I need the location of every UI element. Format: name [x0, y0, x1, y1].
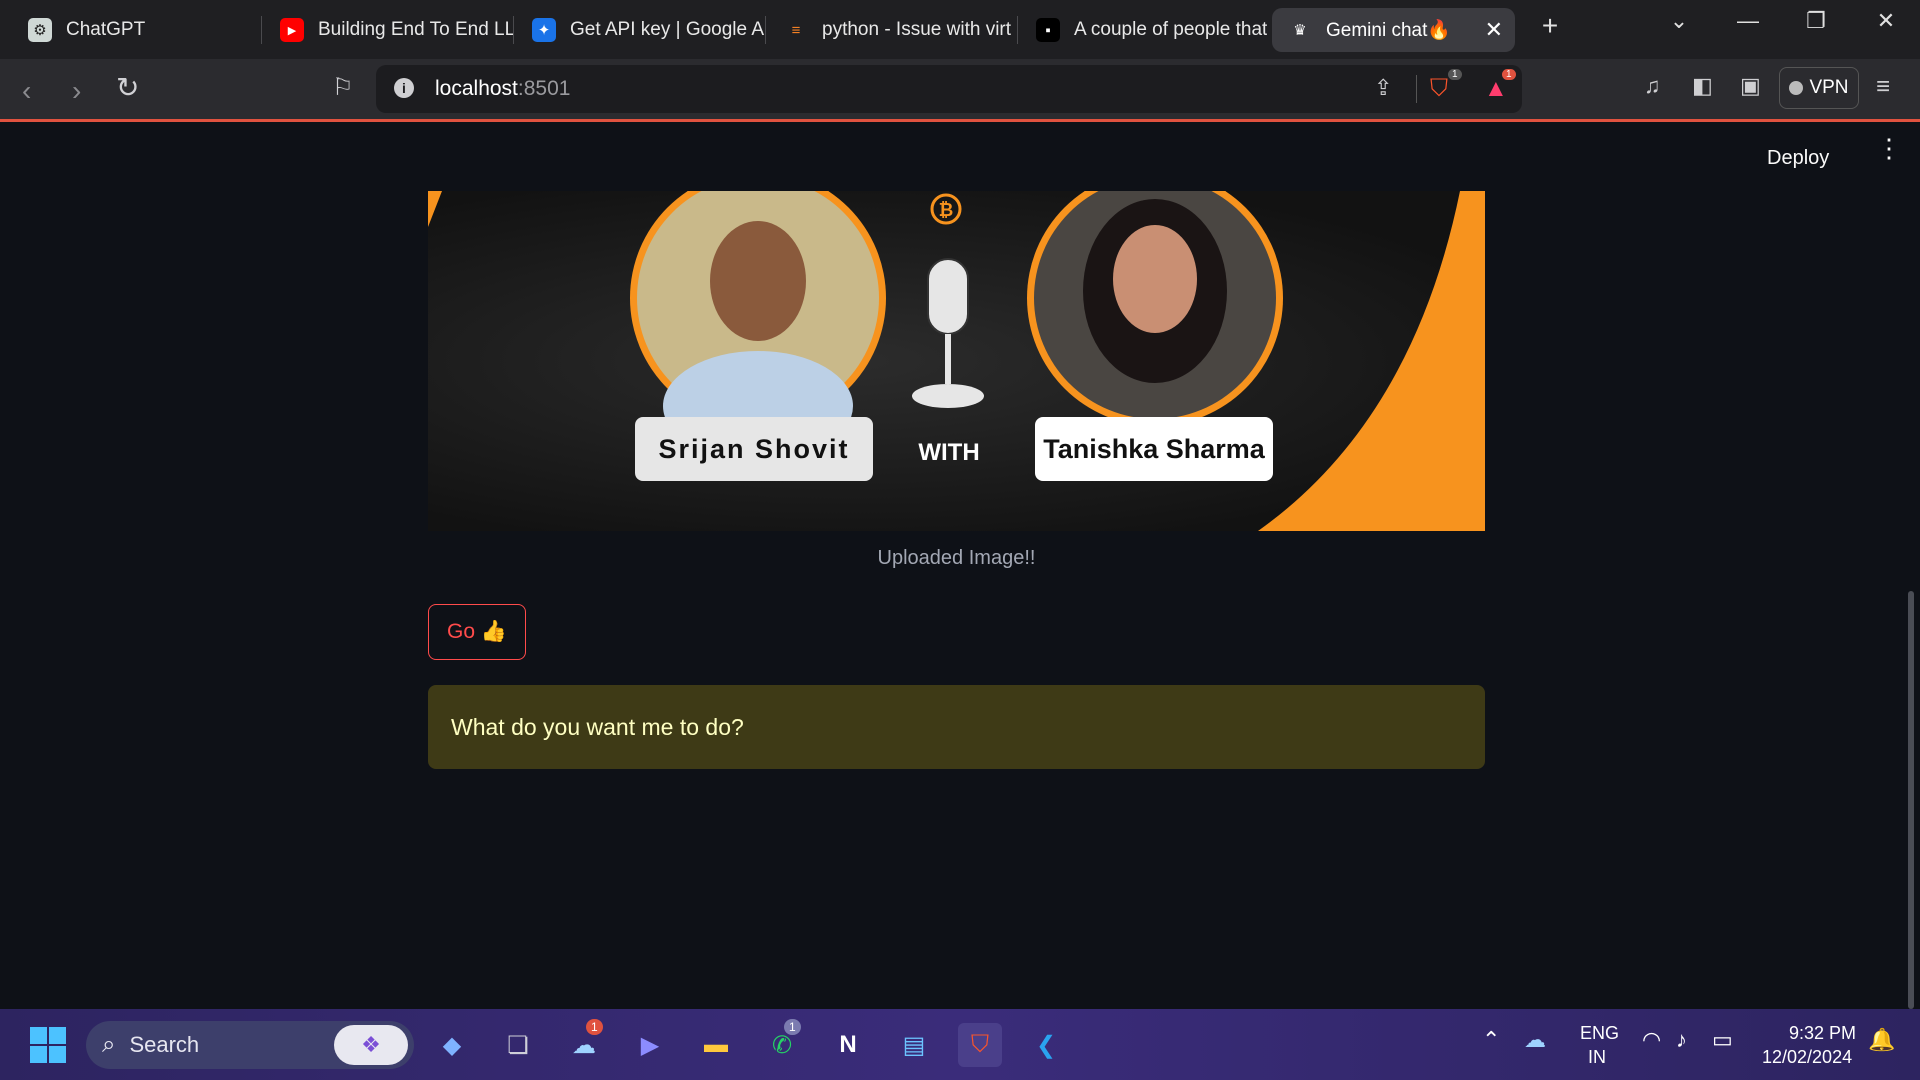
url-host: localhost [435, 77, 518, 100]
tab-title: Gemini chat🔥 [1326, 20, 1452, 41]
wifi-icon[interactable]: ◠ [1642, 1027, 1661, 1053]
vscode-icon[interactable]: ❮ [1024, 1023, 1068, 1067]
copilot-pre-icon[interactable]: ◆ [430, 1023, 474, 1067]
microphone-stand [945, 334, 951, 384]
language-top[interactable]: ENG [1580, 1023, 1619, 1044]
orange-wave [1258, 191, 1485, 531]
show-hidden-icons-icon[interactable]: ⌃ [1482, 1027, 1500, 1053]
wallet-icon[interactable]: ▣ [1740, 73, 1761, 99]
close-tab-icon[interactable]: ✕ [1485, 17, 1503, 43]
windows-logo [30, 1027, 66, 1063]
more-options-icon[interactable]: ⋮ [1876, 135, 1902, 161]
tab-youtube[interactable]: ▶ Building End To End LLM [264, 8, 514, 52]
google-ai-icon: ✦ [532, 18, 556, 42]
chatgpt-icon: ⚙ [28, 18, 52, 42]
teams-icon[interactable]: ▶ [628, 1023, 672, 1067]
tab-title: A couple of people that [1074, 19, 1268, 40]
left-face [710, 221, 806, 341]
shields-badge: 1 [1448, 69, 1462, 80]
streamlit-icon: ♛ [1293, 22, 1307, 39]
notepad-icon[interactable]: ▤ [892, 1023, 936, 1067]
media-icon[interactable]: ♫ [1644, 73, 1661, 99]
deploy-button[interactable]: Deploy [1767, 147, 1829, 170]
stackoverflow-icon: ≡ [791, 21, 801, 39]
tab-chatgpt[interactable]: ⚙ ChatGPT [12, 8, 262, 52]
minimize-button[interactable]: — [1728, 8, 1768, 34]
brave-shields-icon[interactable]: ⛉ [1430, 75, 1448, 103]
url-port: :8501 [517, 77, 571, 100]
menu-icon[interactable]: ≡ [1876, 73, 1890, 101]
right-name-label: Tanishka Sharma [1035, 417, 1273, 481]
tab-google-ai[interactable]: ✦ Get API key | Google AI [516, 8, 766, 52]
app-page: Deploy ⋮ ₿ Srijan Shovit WITH Tanishka S… [0, 125, 1920, 1009]
language-bottom[interactable]: IN [1588, 1047, 1606, 1068]
orange-corner [428, 191, 442, 227]
rewards-badge: 1 [1502, 69, 1516, 80]
tab-page[interactable]: ▪ A couple of people that [1020, 8, 1270, 52]
notification-bell-icon[interactable]: 🔔 [1868, 1027, 1895, 1053]
alert-text: What do you want me to do? [451, 713, 744, 740]
with-label: WITH [918, 439, 980, 466]
divider [1416, 75, 1417, 103]
taskbar: ⌕ Search ❖ ◆ ❏ ☁ 1 ▶ ▬ ✆ 1 N ▤ ⛉ ❮ ⌃ ☁ E… [0, 1009, 1920, 1080]
address-bar[interactable]: i localhost:8501 ⇪ ⛉ 1 ▲ 1 [376, 65, 1522, 113]
url-text[interactable]: localhost:8501 [435, 77, 570, 101]
sidebar-icon[interactable]: ◧ [1692, 73, 1713, 99]
reload-icon[interactable]: ↻ [116, 71, 139, 104]
microphone-icon [927, 258, 969, 335]
bookmark-icon[interactable]: ⚐ [332, 73, 354, 102]
forward-icon[interactable]: › [72, 75, 81, 107]
scrollbar[interactable] [1908, 591, 1914, 1009]
close-window-button[interactable]: ✕ [1866, 8, 1906, 34]
browser-toolbar: ‹ › ↻ ⚐ i localhost:8501 ⇪ ⛉ 1 ▲ 1 ♫ ◧ ▣… [0, 59, 1920, 122]
banner-graphics: ₿ [428, 191, 1485, 531]
copilot-icon[interactable]: ❖ [334, 1025, 408, 1065]
bitcoin-symbol: ₿ [939, 200, 954, 220]
image-caption: Uploaded Image!! [877, 547, 1036, 569]
share-icon[interactable]: ⇪ [1374, 75, 1392, 101]
left-name-label: Srijan Shovit [635, 417, 873, 481]
vpn-status-icon [1789, 81, 1804, 95]
tab-search-chevron-icon[interactable]: ⌄ [1659, 8, 1699, 34]
windows-start-icon[interactable] [26, 1023, 70, 1067]
taskbar-search[interactable]: ⌕ Search ❖ [86, 1021, 414, 1069]
clock-date[interactable]: 12/02/2024 [1762, 1047, 1852, 1068]
tab-title: Get API key | Google AI [570, 19, 766, 40]
brave-browser-icon[interactable]: ⛉ [958, 1023, 1002, 1067]
battery-icon[interactable]: ▭ [1712, 1027, 1733, 1053]
whatsapp-badge: 1 [784, 1019, 801, 1035]
tab-bar: ⚙ ChatGPT ▶ Building End To End LLM ✦ Ge… [0, 0, 1920, 59]
search-placeholder: Search [129, 1032, 200, 1057]
tab-gemini-chat[interactable]: ♛ Gemini chat🔥 ✕ [1272, 8, 1515, 52]
restore-button[interactable]: ❐ [1796, 8, 1836, 34]
youtube-icon: ▶ [280, 18, 304, 42]
back-icon[interactable]: ‹ [22, 75, 31, 107]
clock-time[interactable]: 9:32 PM [1789, 1023, 1856, 1044]
right-face [1113, 225, 1197, 333]
page-icon: ▪ [1036, 18, 1060, 42]
tab-stackoverflow[interactable]: ≡ python - Issue with virt [768, 8, 1018, 52]
vpn-button[interactable]: VPN [1779, 67, 1859, 109]
tab-title: Building End To End LLM [318, 19, 514, 40]
new-tab-button[interactable]: + [1530, 10, 1570, 42]
vpn-label: VPN [1809, 77, 1849, 98]
file-explorer-icon[interactable]: ▬ [694, 1023, 738, 1067]
weather-badge: 1 [586, 1019, 603, 1035]
info-alert: What do you want me to do? [428, 685, 1485, 769]
notion-icon[interactable]: N [826, 1023, 870, 1067]
volume-icon[interactable]: ♪ [1676, 1027, 1687, 1053]
go-button[interactable]: Go 👍 [428, 604, 526, 660]
search-icon: ⌕ [102, 1031, 116, 1058]
tab-title: ChatGPT [66, 19, 146, 40]
microphone-base [912, 384, 984, 408]
tab-title: python - Issue with virt [822, 19, 1012, 40]
uploaded-image: ₿ Srijan Shovit WITH Tanishka Sharma [428, 191, 1485, 531]
onedrive-icon[interactable]: ☁ [1524, 1027, 1546, 1053]
task-view-icon[interactable]: ❏ [496, 1023, 540, 1067]
site-info-icon[interactable]: i [394, 78, 414, 98]
